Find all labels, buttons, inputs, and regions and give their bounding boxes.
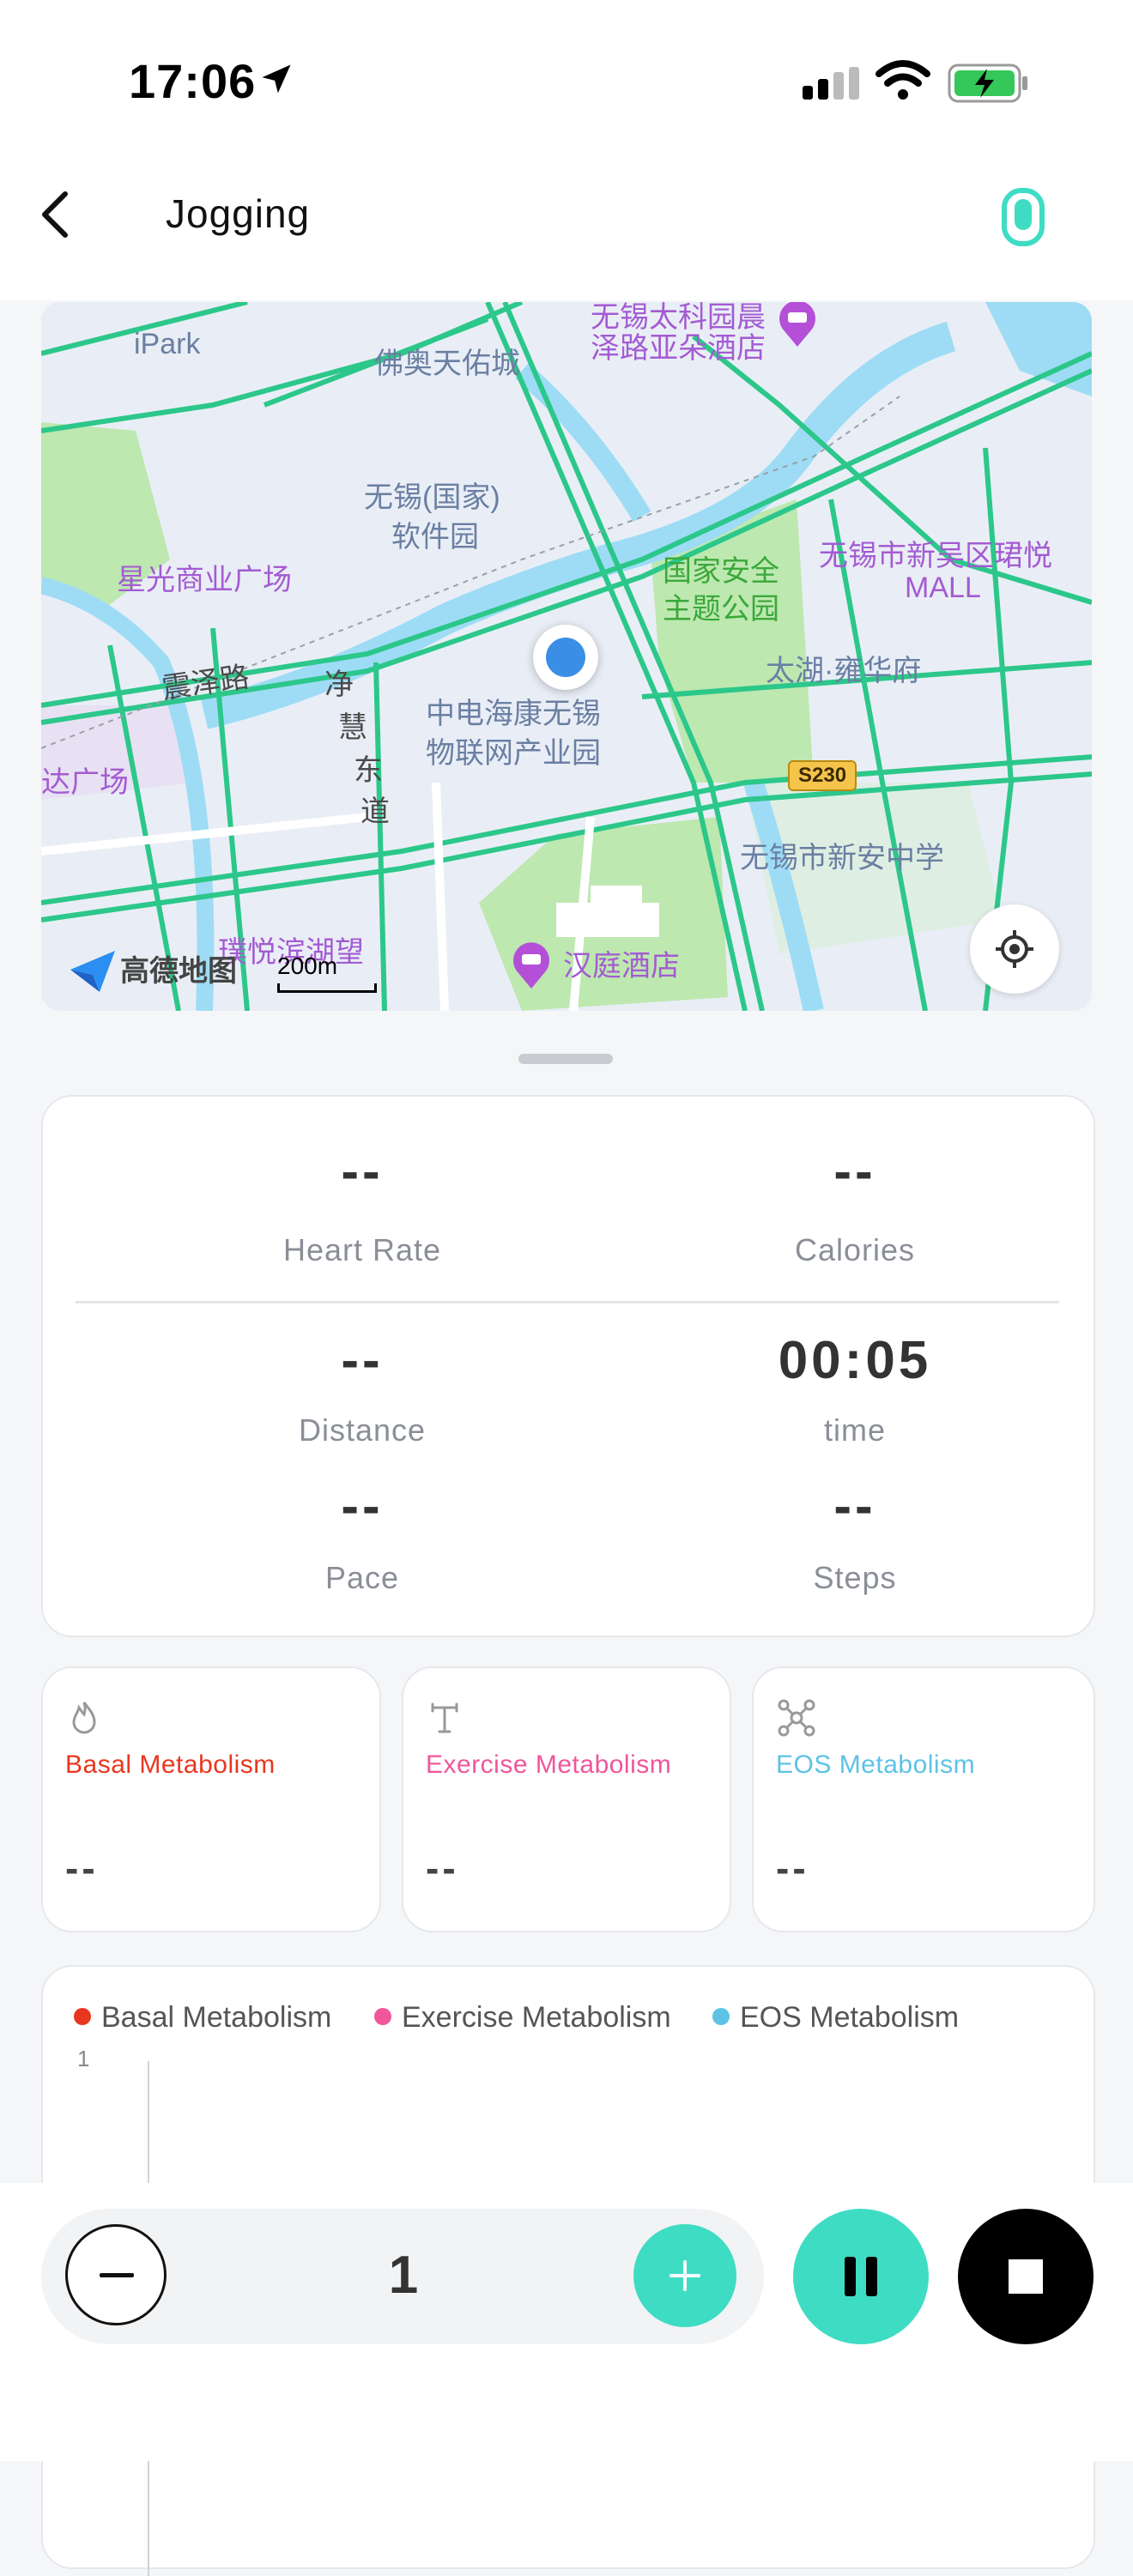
increase-button[interactable] <box>633 2224 736 2327</box>
heart-rate-label: Heart Rate <box>282 1232 442 1267</box>
battery-charging-icon <box>948 63 1027 103</box>
distance-label: Distance <box>298 1412 427 1448</box>
basal-metabolism-card[interactable]: Basal Metabolism -- <box>41 1666 381 1932</box>
stats-divider <box>76 1301 1059 1303</box>
minus-icon <box>100 2273 134 2277</box>
legend-label: EOS Metabolism <box>740 2001 960 2034</box>
legend-exercise: Exercise Metabolism <box>374 2001 671 2035</box>
map-scale-bar <box>277 983 377 993</box>
map-label: 东 <box>354 754 383 787</box>
map-provider-logo: 高德地图 <box>120 955 237 988</box>
legend-basal: Basal Metabolism <box>74 2001 331 2035</box>
legend-label: Basal Metabolism <box>101 2001 332 2034</box>
legend-label: Exercise Metabolism <box>402 2001 671 2034</box>
map-label: 汉庭酒店 <box>563 950 680 983</box>
map-label: iPark <box>134 328 201 360</box>
time-value: 00:05 <box>778 1331 932 1390</box>
map-label: 无锡(国家) <box>364 481 500 514</box>
calories-value: -- <box>833 1142 876 1201</box>
map-label: 物联网产业园 <box>426 737 601 770</box>
map-label: 软件园 <box>391 521 479 553</box>
plus-icon <box>670 2260 700 2291</box>
eos-metabolism-title: EOS Metabolism <box>776 1751 976 1779</box>
pause-button[interactable] <box>793 2209 929 2344</box>
map-view[interactable]: iPark 佛奥天佑城 无锡太科园晨 泽路亚朵酒店 无锡(国家) 软件园 星光商… <box>41 302 1092 1011</box>
map-label: 中电海康无锡 <box>426 698 601 730</box>
map-label: MALL <box>905 571 981 604</box>
calories-label: Calories <box>794 1232 916 1267</box>
back-arrow-icon[interactable] <box>34 189 77 240</box>
crosshair-icon <box>996 930 1033 968</box>
wifi-icon <box>876 60 930 100</box>
dumbbell-icon <box>431 1702 458 1733</box>
legend-dot <box>712 2008 730 2026</box>
basal-metabolism-title: Basal Metabolism <box>65 1751 276 1779</box>
chart-y-tick: 1 <box>77 2046 90 2071</box>
molecule-icon <box>778 1699 815 1737</box>
pace-value: -- <box>341 1477 384 1536</box>
legend-dot <box>374 2008 391 2026</box>
map-label: 泽路亚朵酒店 <box>591 332 766 365</box>
flame-icon <box>72 1702 96 1734</box>
distance-value: -- <box>341 1331 384 1390</box>
legend-eos: EOS Metabolism <box>712 2001 959 2035</box>
exercise-metabolism-card[interactable]: Exercise Metabolism -- <box>402 1666 731 1932</box>
eos-metabolism-card[interactable]: EOS Metabolism -- <box>752 1666 1095 1932</box>
hotel-pin-icon <box>513 942 549 989</box>
legend-dot <box>74 2008 91 2026</box>
map-label: 达广场 <box>41 766 129 799</box>
decrease-button[interactable] <box>65 2224 167 2325</box>
user-location-dot <box>533 625 598 690</box>
locate-me-button[interactable] <box>970 904 1059 994</box>
watch-device-icon[interactable] <box>1001 187 1045 247</box>
stop-icon <box>1009 2259 1043 2294</box>
cellular-signal-icon <box>803 67 859 100</box>
map-label: 主题公园 <box>663 593 779 626</box>
map-label: 慧 <box>338 711 367 744</box>
map-label: 太湖·雍华府 <box>766 655 922 687</box>
workout-stats-card: -- Heart Rate -- Calories -- Distance 00… <box>41 1095 1095 1637</box>
pause-icon <box>845 2257 877 2296</box>
map-label: 国家安全 <box>663 555 779 588</box>
map-label: 无锡市新吴区珺悦 <box>819 540 1052 572</box>
map-label: 星光商业广场 <box>117 564 292 596</box>
map-scale-label: 200m <box>277 952 338 979</box>
time-label: time <box>823 1412 886 1448</box>
location-arrow-icon <box>262 64 291 94</box>
hotel-pin-icon <box>779 302 815 347</box>
exercise-metabolism-value: -- <box>426 1846 459 1890</box>
sheet-drag-handle[interactable] <box>518 1054 613 1064</box>
amap-logo-icon <box>70 951 115 992</box>
eos-metabolism-value: -- <box>776 1846 809 1890</box>
status-time: 17:06 <box>129 54 257 108</box>
exercise-metabolism-title: Exercise Metabolism <box>426 1751 672 1779</box>
steps-value: -- <box>833 1477 876 1536</box>
heart-rate-value: -- <box>341 1142 384 1201</box>
road-badge: S230 <box>788 760 857 791</box>
stop-button[interactable] <box>958 2209 1094 2344</box>
map-label: 佛奥天佑城 <box>374 348 520 380</box>
pace-label: Pace <box>324 1560 400 1595</box>
stepper-value: 1 <box>388 2246 419 2305</box>
basal-metabolism-value: -- <box>65 1846 99 1890</box>
page-title: Jogging <box>166 191 311 236</box>
steps-label: Steps <box>813 1560 897 1595</box>
map-label: 道 <box>360 795 390 828</box>
map-label: 无锡市新安中学 <box>740 842 944 874</box>
map-label: 净 <box>324 668 354 701</box>
